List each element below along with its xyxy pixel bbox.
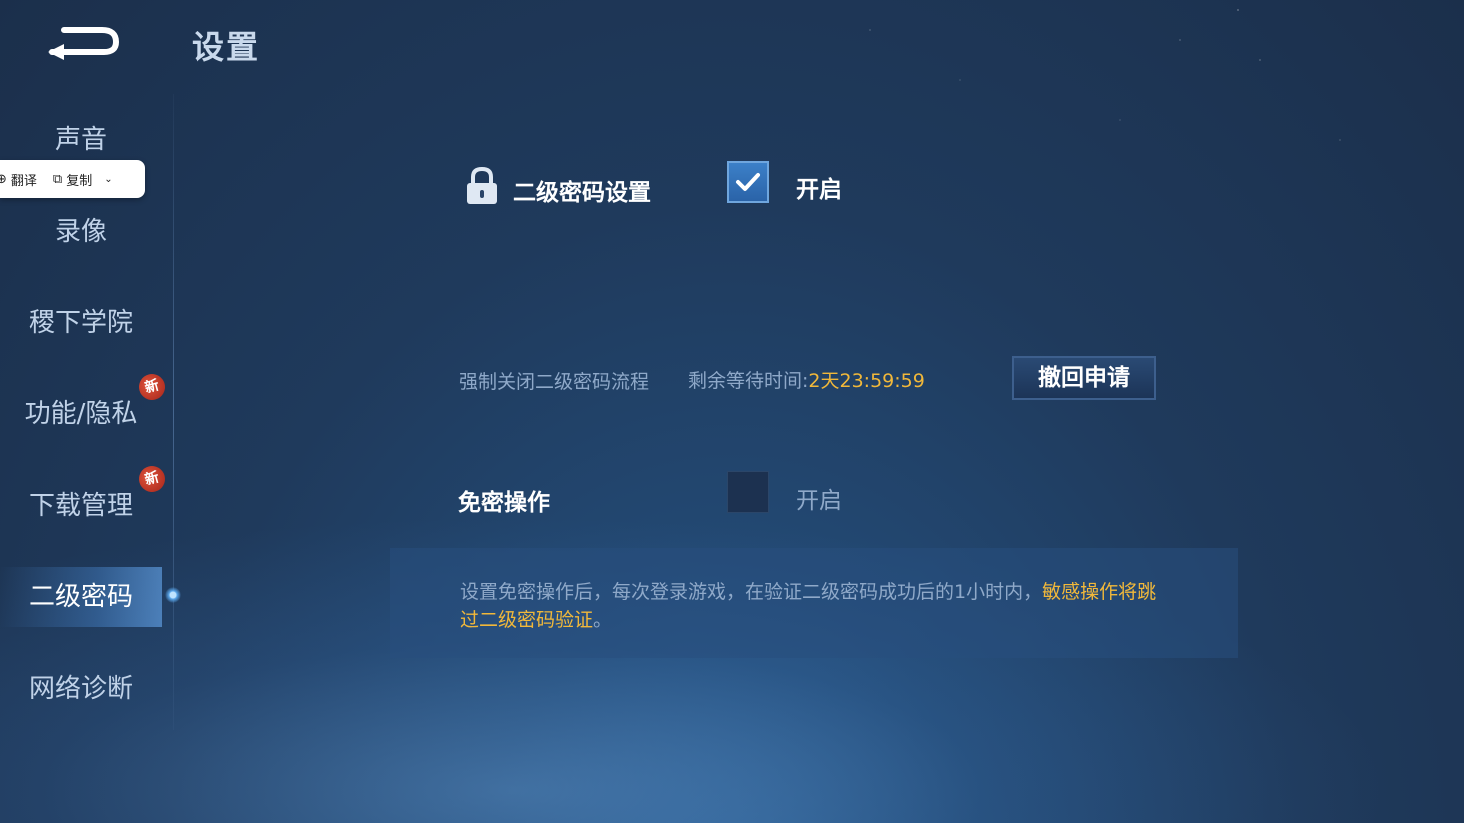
back-button[interactable] — [42, 22, 124, 66]
lock-icon — [464, 166, 500, 206]
password-free-toggle-label: 开启 — [796, 488, 842, 514]
countdown-timer: 2天23:59:59 — [808, 370, 925, 392]
chevron-down-icon: ⌄ — [104, 173, 113, 185]
star-field — [0, 0, 1464, 823]
translate-icon: ⊕ — [0, 171, 7, 187]
second-password-label: 二级密码设置 — [513, 180, 651, 206]
wait-time-row: 剩余等待时间:2天23:59:59 — [688, 366, 925, 393]
sidebar-item-replay[interactable]: 录像 — [0, 202, 162, 262]
second-password-toggle-label: 开启 — [796, 177, 842, 203]
force-close-label: 强制关闭二级密码流程 — [459, 371, 650, 393]
sidebar-item-label: 下载管理 — [28, 491, 133, 521]
sidebar-item-privacy[interactable]: 功能/隐私 — [0, 384, 162, 444]
copy-button[interactable]: ⧉ 复制 — [53, 170, 92, 189]
notice-end-text: 。 — [593, 609, 613, 631]
sidebar-item-network[interactable]: 网络诊断 — [0, 659, 162, 719]
second-password-checkbox[interactable] — [727, 161, 769, 203]
sidebar-item-second-password[interactable]: 二级密码 — [0, 567, 162, 627]
password-free-checkbox[interactable] — [727, 471, 769, 513]
sidebar-item-downloads[interactable]: 下载管理 — [0, 476, 162, 536]
sidebar-item-label: 功能/隐私 — [24, 399, 138, 429]
sidebar-item-label: 声音 — [54, 125, 107, 155]
notice-text: 设置免密操作后，每次登录游戏，在验证二级密码成功后的1小时内，敏感操作将跳过二级… — [460, 578, 1160, 634]
wait-time-label: 剩余等待时间: — [688, 370, 809, 392]
notice-normal-text: 设置免密操作后，每次登录游戏，在验证二级密码成功后的1小时内， — [460, 581, 1043, 603]
notice-box: 设置免密操作后，每次登录游戏，在验证二级密码成功后的1小时内，敏感操作将跳过二级… — [390, 548, 1238, 658]
text-selection-toolbar: ⊕ 翻译 ⧉ 复制 ⌄ — [0, 160, 145, 198]
sidebar-item-label: 录像 — [54, 217, 107, 247]
copy-label: 复制 — [66, 173, 93, 189]
translate-button[interactable]: ⊕ 翻译 — [0, 170, 37, 189]
sidebar-item-label: 网络诊断 — [28, 674, 133, 704]
sidebar-item-label: 稷下学院 — [28, 308, 133, 338]
sidebar-divider — [173, 94, 174, 730]
copy-icon: ⧉ — [52, 171, 63, 187]
revoke-request-button[interactable]: 撤回申请 — [1012, 356, 1156, 400]
sidebar-item-label: 二级密码 — [28, 582, 133, 612]
back-arrow-icon — [48, 27, 120, 60]
sidebar-item-academy[interactable]: 稷下学院 — [0, 293, 162, 353]
checkmark-icon — [736, 173, 760, 191]
page-title: 设置 — [192, 28, 261, 66]
more-dropdown-button[interactable]: ⌄ — [104, 174, 112, 185]
password-free-label: 免密操作 — [458, 490, 550, 516]
translate-label: 翻译 — [10, 173, 37, 189]
active-indicator — [165, 587, 181, 603]
background-glow — [0, 493, 1464, 823]
